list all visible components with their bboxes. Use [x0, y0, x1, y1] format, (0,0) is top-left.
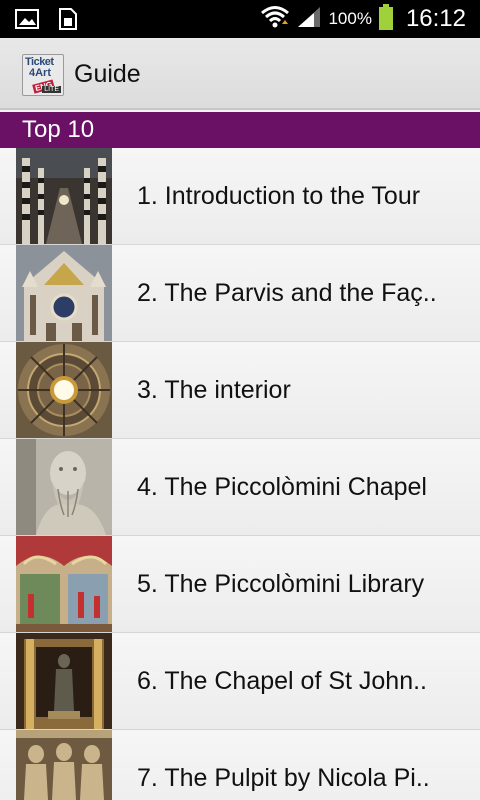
battery-percent: 100%	[328, 9, 372, 28]
section-header: Top 10	[0, 112, 480, 148]
saint-statue-thumbnail	[16, 439, 112, 535]
sim-card-icon	[54, 7, 80, 31]
page-title: Guide	[74, 60, 141, 88]
status-bar: 100% 16:12	[0, 0, 480, 38]
list-item[interactable]: 5. The Piccolòmini Library	[0, 536, 480, 633]
item-label: 6. The Chapel of St John..	[137, 667, 428, 695]
tour-list: 1. Introduction to the Tour 2. The Parvi…	[0, 148, 480, 800]
cathedral-nave-thumbnail	[16, 148, 112, 244]
image-icon	[14, 7, 40, 31]
app-logo[interactable]: Ticket 4Art ENG LITE	[22, 54, 64, 96]
item-label: 2. The Parvis and the Faç..	[137, 279, 437, 307]
list-item[interactable]: 3. The interior	[0, 342, 480, 439]
pulpit-relief-thumbnail	[16, 730, 112, 800]
cathedral-facade-thumbnail	[16, 245, 112, 341]
item-label: 1. Introduction to the Tour	[137, 182, 421, 210]
list-item[interactable]: 2. The Parvis and the Faç..	[0, 245, 480, 342]
item-label: 3. The interior	[137, 376, 291, 404]
chapel-statue-thumbnail	[16, 633, 112, 729]
list-item[interactable]: 1. Introduction to the Tour	[0, 148, 480, 245]
signal-icon	[296, 5, 322, 34]
action-bar: Ticket 4Art ENG LITE Guide	[0, 38, 480, 110]
notification-icons	[14, 7, 80, 31]
logo-edition-badge: LITE	[42, 86, 61, 93]
battery-icon	[378, 3, 394, 36]
library-frescoes-thumbnail	[16, 536, 112, 632]
list-item[interactable]: 4. The Piccolòmini Chapel	[0, 439, 480, 536]
item-label: 5. The Piccolòmini Library	[137, 570, 425, 598]
dome-interior-thumbnail	[16, 342, 112, 438]
list-item[interactable]: 6. The Chapel of St John..	[0, 633, 480, 730]
clock: 16:12	[405, 5, 466, 32]
item-label: 7. The Pulpit by Nicola Pi..	[137, 764, 430, 792]
system-indicators: 100% 16:12	[260, 0, 466, 38]
list-item[interactable]: 7. The Pulpit by Nicola Pi..	[0, 730, 480, 800]
item-label: 4. The Piccolòmini Chapel	[137, 473, 427, 501]
wifi-icon	[260, 4, 290, 35]
logo-text-line2: 4Art	[29, 67, 52, 79]
